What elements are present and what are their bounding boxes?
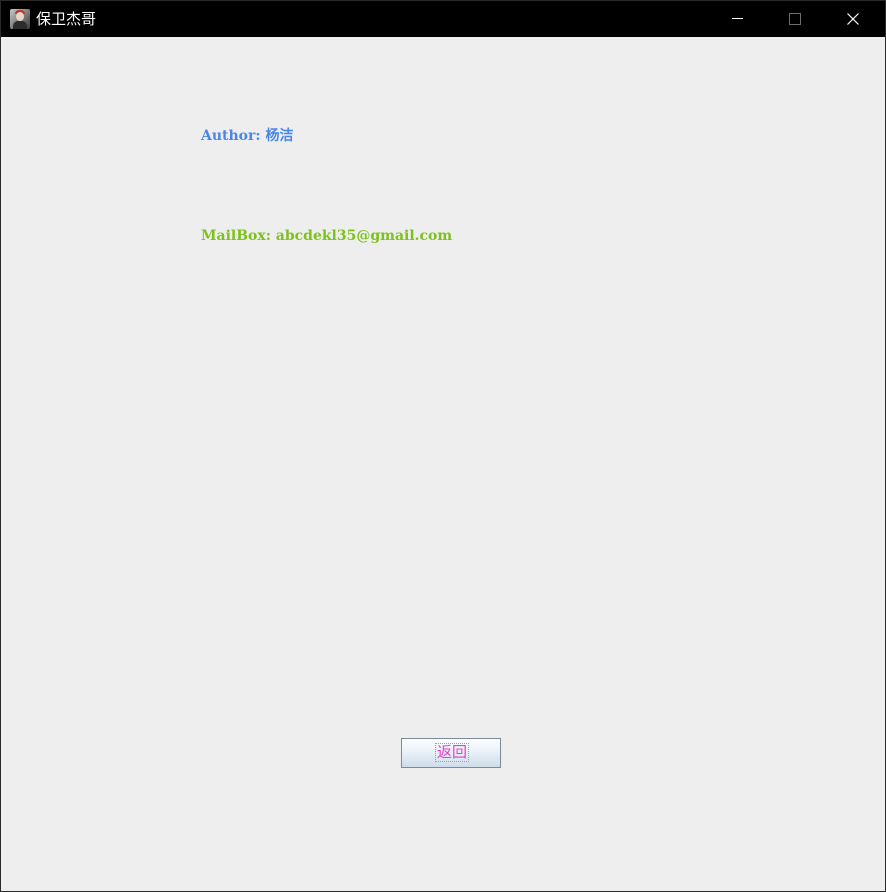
author-name: 杨洁 [265, 128, 294, 144]
mailbox-label: MailBox: [201, 228, 271, 244]
app-avatar-icon [10, 9, 30, 29]
author-label: Author: [201, 128, 261, 144]
close-icon [847, 13, 859, 25]
app-window: 保卫杰哥 Author: 杨洁 MailBox: abcdekl35@gmail… [0, 0, 886, 892]
return-button[interactable]: 返回 [401, 738, 501, 768]
window-title: 保卫杰哥 [36, 10, 97, 28]
about-panel: Author: 杨洁 MailBox: abcdekl35@gmail.com … [1, 37, 885, 891]
close-button[interactable] [824, 1, 882, 37]
author-line: Author: 杨洁 [201, 127, 293, 145]
return-button-label: 返回 [435, 743, 470, 762]
minimize-button[interactable] [708, 1, 766, 37]
minimize-icon [732, 18, 743, 19]
maximize-icon [789, 13, 801, 25]
mailbox-line: MailBox: abcdekl35@gmail.com [201, 227, 452, 245]
mailbox-value: abcdekl35@gmail.com [275, 228, 453, 244]
maximize-button[interactable] [766, 1, 824, 37]
title-bar[interactable]: 保卫杰哥 [1, 1, 885, 37]
